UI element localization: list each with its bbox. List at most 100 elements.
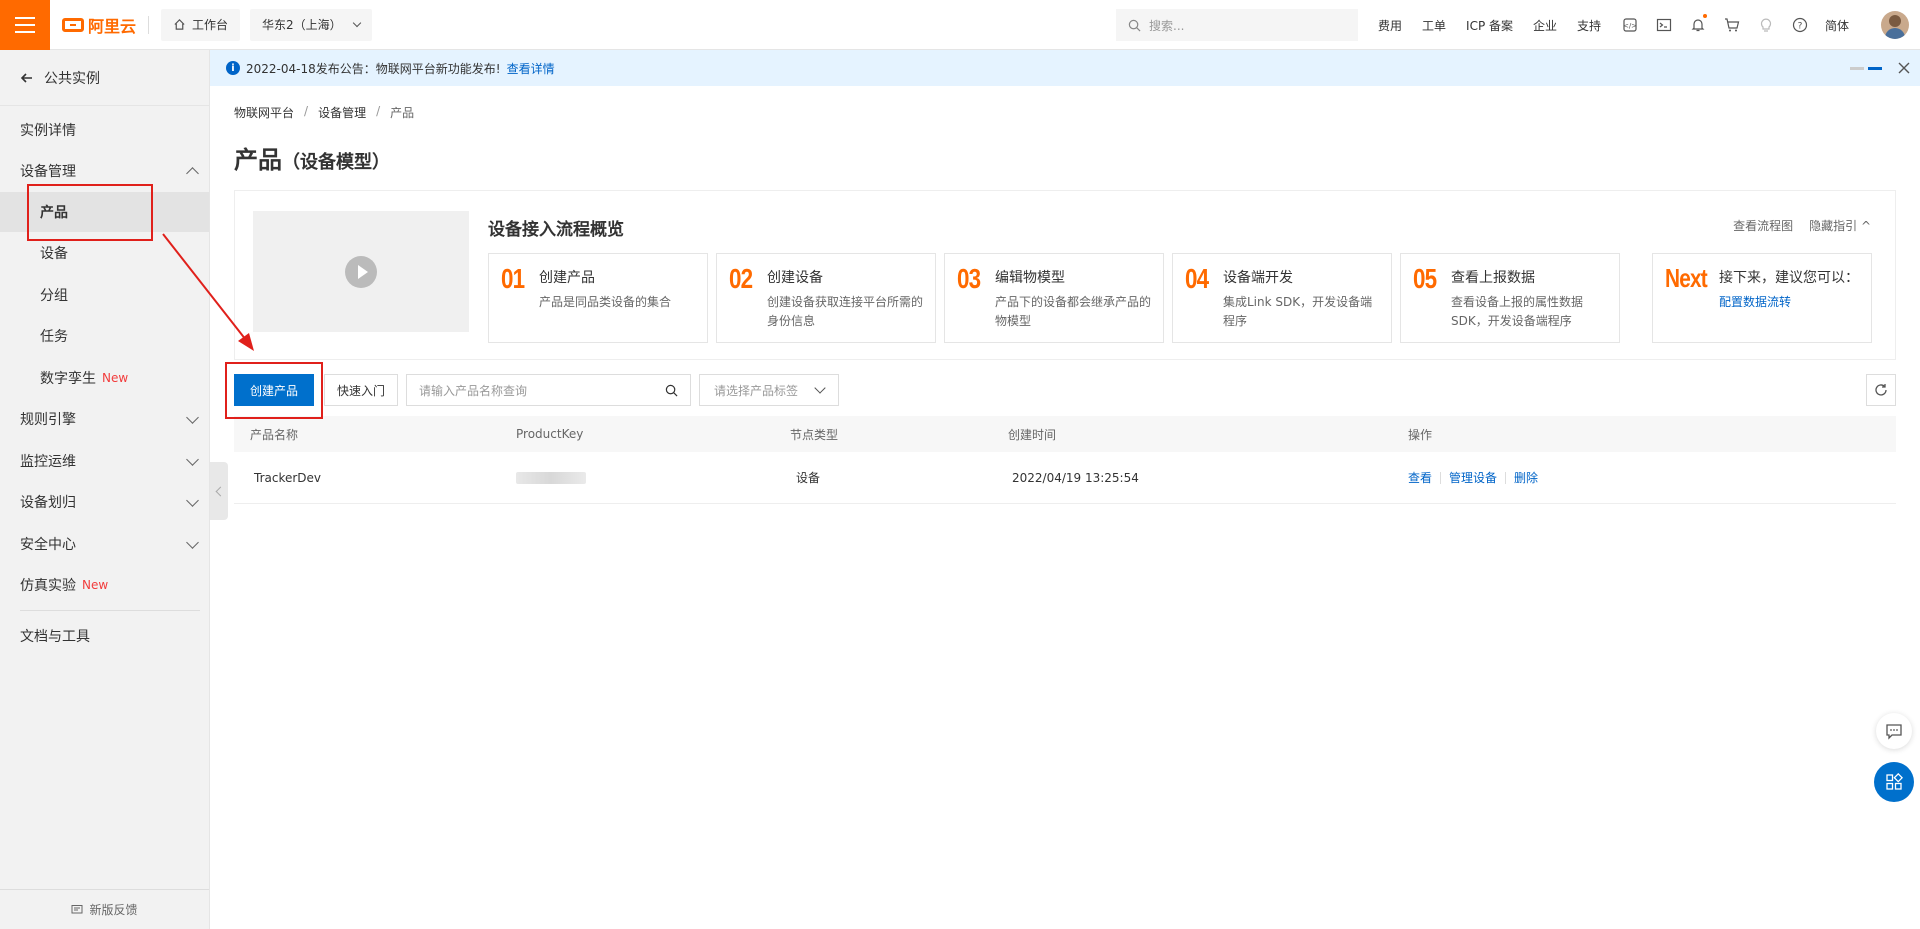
refresh-button[interactable] bbox=[1866, 374, 1896, 406]
apps-grid-icon bbox=[1886, 773, 1903, 790]
aliyun-logo-icon bbox=[62, 17, 84, 32]
help-icon[interactable]: ? bbox=[1791, 16, 1809, 34]
sidebar-item-task[interactable]: 任务 bbox=[0, 316, 209, 356]
lightbulb-icon[interactable] bbox=[1757, 16, 1775, 34]
back-to-instances[interactable]: 公共实例 bbox=[0, 50, 209, 106]
breadcrumb-device-management[interactable]: 设备管理 bbox=[318, 104, 366, 121]
bell-icon[interactable] bbox=[1689, 14, 1708, 34]
breadcrumb: 物联网平台 / 设备管理 / 产品 bbox=[234, 104, 414, 121]
global-search-input[interactable]: 搜索... bbox=[1116, 9, 1358, 41]
view-flowchart-link[interactable]: 查看流程图 bbox=[1733, 217, 1793, 234]
product-tag-select[interactable]: 请选择产品标签 bbox=[699, 374, 840, 406]
action-separator bbox=[1440, 471, 1442, 484]
sidebar-item-rule-engine[interactable]: 规则引擎 bbox=[0, 399, 209, 439]
highlight-box-create-button bbox=[225, 362, 323, 419]
sidebar-item-device-assign[interactable]: 设备划归 bbox=[0, 482, 209, 522]
chevron-down-icon bbox=[186, 453, 199, 466]
link-support[interactable]: 支持 bbox=[1577, 17, 1601, 34]
sidebar-label: 设备 bbox=[40, 246, 68, 262]
sidebar-item-digital-twin[interactable]: 数字孪生 New bbox=[0, 358, 209, 398]
product-search-input[interactable]: 请输入产品名称查询 bbox=[406, 374, 692, 406]
link-enterprise[interactable]: 企业 bbox=[1533, 17, 1557, 34]
aliyun-logo[interactable]: 阿里云 bbox=[62, 13, 136, 37]
quick-start-button[interactable]: 快速入门 bbox=[324, 374, 399, 406]
sidebar-collapse-handle[interactable] bbox=[210, 462, 228, 520]
chevron-down-icon bbox=[814, 382, 826, 394]
col-node-type: 节点类型 bbox=[790, 427, 839, 442]
sidebar-item-security[interactable]: 安全中心 bbox=[0, 524, 209, 564]
sidebar-item-instance-detail[interactable]: 实例详情 bbox=[0, 110, 209, 150]
chat-icon bbox=[1886, 724, 1902, 740]
guide-step-5[interactable]: 05 查看上报数据 查看设备上报的属性数据 SDK，开发设备端程序 bbox=[1400, 253, 1620, 343]
chevron-down-icon bbox=[186, 536, 199, 549]
sidebar-label: 监控运维 bbox=[20, 454, 76, 470]
close-icon[interactable] bbox=[1898, 62, 1910, 74]
announcement-text: 2022-04-18发布公告：物联网平台新功能发布! bbox=[246, 61, 501, 76]
search-placeholder: 请输入产品名称查询 bbox=[419, 383, 528, 398]
terminal-icon[interactable] bbox=[1655, 16, 1673, 34]
col-product-key: ProductKey bbox=[516, 427, 584, 441]
step-number: 05 bbox=[1413, 263, 1437, 294]
search-icon[interactable] bbox=[665, 384, 678, 397]
step-title: 查看上报数据 bbox=[1451, 270, 1535, 286]
region-label: 华东2（上海） bbox=[262, 18, 342, 32]
announcement-link[interactable]: 查看详情 bbox=[507, 60, 555, 77]
sidebar-label: 实例详情 bbox=[20, 123, 76, 139]
breadcrumb-iot-platform[interactable]: 物联网平台 bbox=[234, 104, 294, 121]
play-icon[interactable] bbox=[345, 255, 377, 288]
apps-float-button[interactable] bbox=[1874, 762, 1914, 802]
sidebar-item-simulation[interactable]: 仿真实验 New bbox=[0, 565, 209, 605]
region-select[interactable]: 华东2（上海） bbox=[250, 8, 372, 41]
guide-step-3[interactable]: 03 编辑物模型 产品下的设备都会继承产品的物模型 bbox=[944, 253, 1164, 343]
view-link[interactable]: 查看 bbox=[1408, 469, 1432, 486]
svg-text:</>: </> bbox=[1623, 22, 1637, 30]
step-title: 创建产品 bbox=[539, 270, 595, 286]
guide-step-2[interactable]: 02 创建设备 创建设备获取连接平台所需的身份信息 bbox=[716, 253, 936, 343]
sidebar-divider bbox=[20, 610, 200, 611]
cart-icon[interactable] bbox=[1723, 16, 1741, 34]
chevron-down-icon bbox=[352, 18, 361, 27]
manage-devices-link[interactable]: 管理设备 bbox=[1449, 469, 1497, 486]
onboarding-guide: 设备接入流程概览 查看流程图 隐藏指引 ^ 01 创建产品 产品是同品类设备的集合… bbox=[234, 190, 1896, 360]
sidebar-item-monitoring[interactable]: 监控运维 bbox=[0, 441, 209, 481]
hamburger-menu-button[interactable] bbox=[0, 0, 50, 50]
sidebar-item-docs[interactable]: 文档与工具 bbox=[0, 616, 209, 656]
step-desc: 集成Link SDK，开发设备端程序 bbox=[1223, 295, 1373, 328]
col-actions: 操作 bbox=[1408, 427, 1433, 442]
step-desc: 产品是同品类设备的集合 bbox=[539, 295, 672, 309]
workbench-button[interactable]: 工作台 bbox=[161, 8, 241, 41]
announcement-bar: i 2022-04-18发布公告：物联网平台新功能发布! 查看详情 bbox=[210, 50, 1920, 86]
sidebar-label: 规则引擎 bbox=[20, 412, 76, 428]
feedback-button[interactable]: 新版反馈 bbox=[0, 889, 209, 929]
language-switch[interactable]: 简体 bbox=[1825, 17, 1849, 34]
user-avatar[interactable] bbox=[1881, 11, 1909, 39]
feedback-icon bbox=[71, 904, 83, 913]
step-number: Next bbox=[1665, 263, 1708, 293]
announcement-pager[interactable] bbox=[1850, 66, 1882, 70]
chat-float-button[interactable] bbox=[1876, 713, 1912, 749]
node-type-cell: 设备 bbox=[796, 471, 821, 485]
search-placeholder: 搜索... bbox=[1149, 18, 1185, 33]
link-ticket[interactable]: 工单 bbox=[1422, 17, 1446, 34]
configure-data-flow-link[interactable]: 配置数据流转 bbox=[1719, 295, 1791, 309]
step-title: 编辑物模型 bbox=[995, 270, 1065, 286]
new-badge: New bbox=[82, 578, 109, 592]
guide-title: 设备接入流程概览 bbox=[488, 220, 624, 240]
sidebar-item-group[interactable]: 分组 bbox=[0, 275, 209, 315]
intro-video[interactable] bbox=[253, 211, 469, 332]
back-label: 公共实例 bbox=[44, 70, 100, 87]
sidebar-label: 设备划归 bbox=[20, 495, 76, 511]
link-billing[interactable]: 费用 bbox=[1378, 17, 1402, 34]
api-icon[interactable]: </> bbox=[1621, 16, 1639, 34]
product-table: 产品名称 ProductKey 节点类型 创建时间 操作 TrackerDev … bbox=[234, 416, 1896, 504]
sidebar-label: 仿真实验 bbox=[20, 578, 76, 594]
created-time-cell: 2022/04/19 13:25:54 bbox=[1012, 470, 1139, 485]
hide-guide-label: 隐藏指引 bbox=[1809, 219, 1858, 233]
step-number: 03 bbox=[957, 263, 981, 294]
hide-guide-link[interactable]: 隐藏指引 ^ bbox=[1809, 217, 1871, 234]
delete-link[interactable]: 删除 bbox=[1514, 469, 1538, 486]
guide-step-4[interactable]: 04 设备端开发 集成Link SDK，开发设备端程序 bbox=[1172, 253, 1392, 343]
chevron-down-icon bbox=[186, 411, 199, 424]
link-icp[interactable]: ICP 备案 bbox=[1466, 17, 1513, 34]
guide-step-1[interactable]: 01 创建产品 产品是同品类设备的集合 bbox=[488, 253, 708, 343]
